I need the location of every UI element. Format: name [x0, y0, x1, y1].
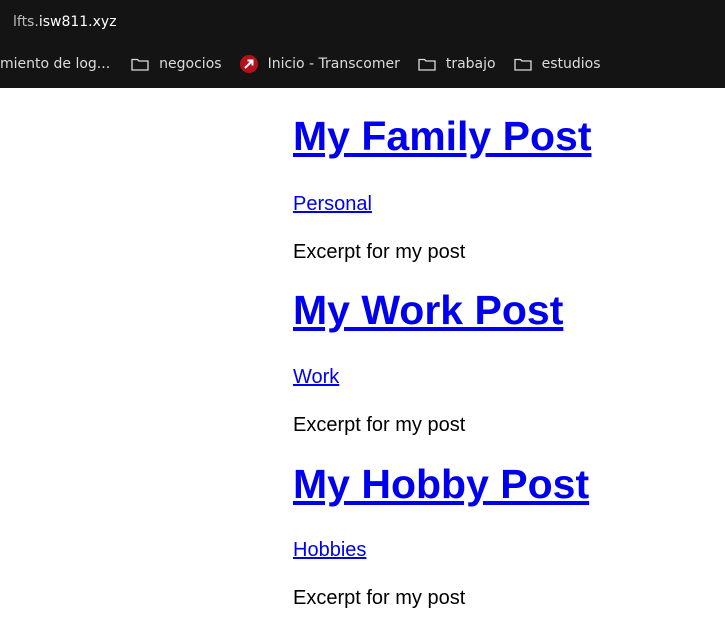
post-excerpt: Excerpt for my post: [293, 587, 466, 609]
post-title-link[interactable]: My Hobby Post: [293, 461, 589, 507]
post-title: My Hobby Post: [293, 464, 589, 505]
bookmark-label: Inicio - Transcomer: [267, 56, 400, 72]
bookmark-inicio-transcomer[interactable]: Inicio - Transcomer: [239, 55, 400, 73]
post: My Hobby Post Hobbies Excerpt for my pos…: [293, 464, 589, 610]
address-bar[interactable]: lfts.isw811.xyz: [13, 14, 117, 30]
bookmark-folder-estudios[interactable]: estudios: [513, 56, 601, 72]
browser-chrome: lfts.isw811.xyz miento de log... negocio…: [0, 0, 725, 88]
post-title-link[interactable]: My Work Post: [293, 287, 563, 333]
post: My Work Post Work Excerpt for my post: [293, 290, 563, 437]
transcomer-logo-icon: [239, 55, 258, 73]
url-domain: isw811.xyz: [38, 14, 117, 30]
bookmark-item-log[interactable]: miento de log...: [0, 56, 110, 72]
bookmark-label: miento de log...: [0, 56, 111, 72]
bookmark-label: trabajo: [445, 56, 496, 72]
post-title: My Work Post: [293, 290, 563, 331]
post: My Family Post Personal Excerpt for my p…: [293, 116, 591, 264]
folder-icon: [513, 57, 532, 71]
bookmarks-bar: miento de log... negocios Inicio - Trans…: [0, 52, 618, 76]
folder-icon: [418, 57, 436, 71]
url-prefix: lfts.: [13, 14, 39, 30]
post-excerpt: Excerpt for my post: [293, 241, 466, 263]
bookmark-label: negocios: [159, 56, 222, 72]
post-category-link[interactable]: Work: [293, 366, 339, 389]
folder-icon: [131, 57, 149, 71]
bookmark-folder-trabajo[interactable]: trabajo: [418, 56, 496, 72]
post-title-link[interactable]: My Family Post: [293, 113, 591, 159]
post-title: My Family Post: [293, 116, 591, 157]
post-category-link[interactable]: Personal: [293, 193, 372, 216]
post-category-link[interactable]: Hobbies: [293, 539, 366, 562]
bookmark-folder-negocios[interactable]: negocios: [131, 56, 222, 72]
bookmark-label: estudios: [541, 56, 601, 72]
post-excerpt: Excerpt for my post: [293, 414, 466, 436]
